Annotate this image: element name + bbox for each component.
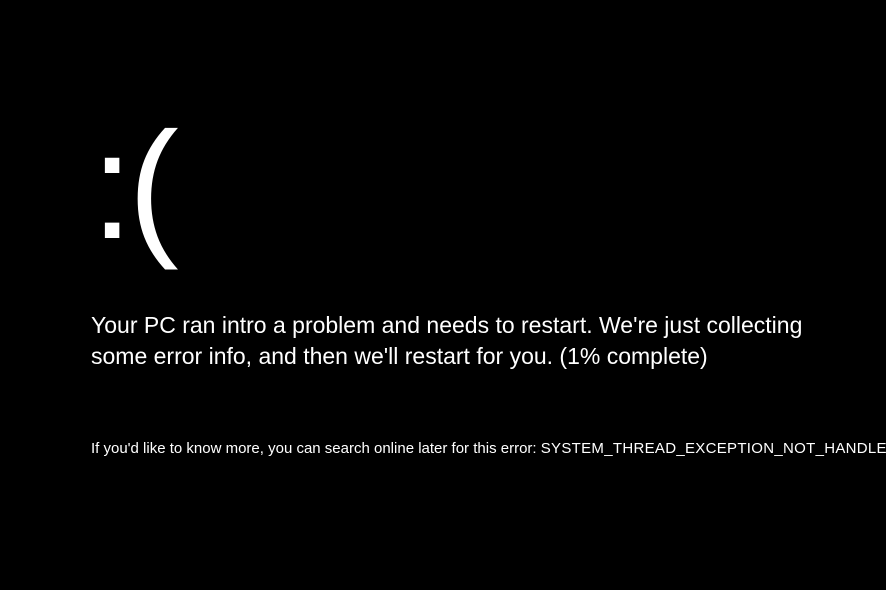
error-code: SYSTEM_THREAD_EXCEPTION_NOT_HANDLED [541,440,886,457]
search-prompt: If you'd like to know more, you can sear… [91,440,541,457]
error-screen: :( Your PC ran intro a problem and needs… [91,110,811,457]
error-details: If you'd like to know more, you can sear… [91,440,811,457]
message-line-2: some error info, and then we'll restart … [91,343,708,369]
error-message: Your PC ran intro a problem and needs to… [91,310,811,372]
sad-face-emoticon: :( [91,110,811,262]
message-line-1: Your PC ran intro a problem and needs to… [91,312,802,338]
